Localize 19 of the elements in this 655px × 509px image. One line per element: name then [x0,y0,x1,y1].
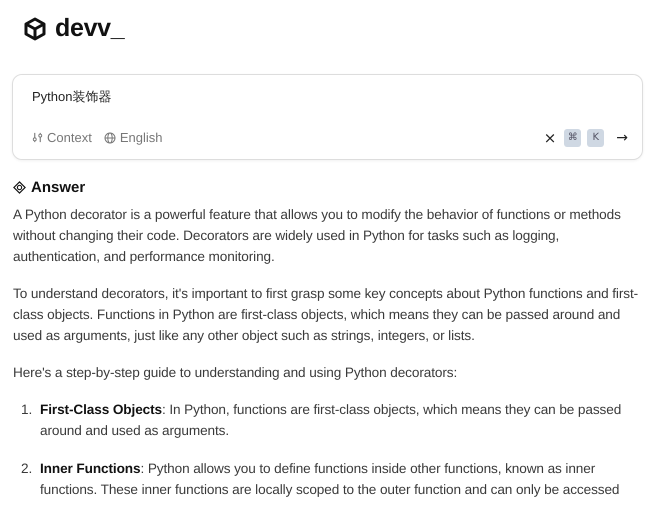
clear-button[interactable]: × [544,128,556,146]
step-number: 1. [21,400,34,418]
step-text: Inner Functions: Python allows you to define functions inside other functions, known as inner functions. These inner functions are locally scoped to the outer function and can only be accessed [40,460,620,499]
answer-paragraph: A Python decorator is a powerful feature that allows you to modify the behavior of functions or methods without changing their code. Decorators are widely used in Python for tasks such as logging, authentication, and performance monitoring. [13,206,622,266]
shortcut-key: ⌘ [564,128,582,146]
shortcut-key: K [587,128,604,146]
crosshair-icon [13,180,26,194]
answer-paragraph: To understand decorators, it's important to first grasp some key concepts about Python functions and first-class objects. Functions in Python are first-class objects, which means they can be passed around and used as arguments, just like any other object such as strings, integers, or lists. [13,284,640,345]
step-number: 2. [21,460,34,478]
submit-button[interactable]: → [616,130,628,146]
step-text: First-Class Objects: In Python, functions are first-class objects, which means they can be passed around and used as arguments. [40,400,622,440]
sliders-icon [32,132,43,143]
answer-heading: Answer [31,178,86,196]
language-button[interactable]: English [104,130,162,145]
cube-logo-icon [23,16,47,40]
context-button[interactable]: Context [32,130,92,145]
logo-text: devv_ [55,14,124,43]
globe-icon [104,132,116,144]
answer-paragraph: Here's a step-by-step guide to understanding and using Python decorators: [13,364,458,382]
